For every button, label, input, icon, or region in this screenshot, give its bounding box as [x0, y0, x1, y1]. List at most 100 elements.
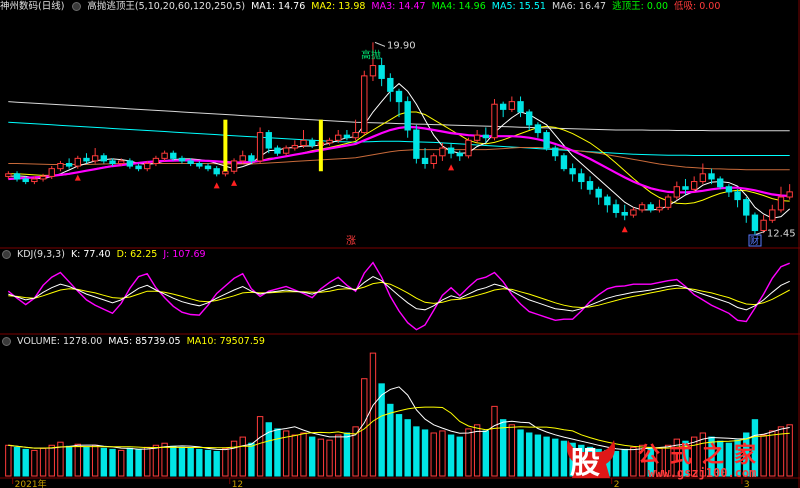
volume-bar	[404, 419, 411, 477]
candle-body	[491, 103, 498, 139]
candle-body	[31, 178, 38, 183]
candle-body	[256, 132, 264, 162]
candle-body	[664, 196, 672, 208]
volume-bar	[265, 422, 272, 477]
buy-triangle-0	[74, 174, 81, 181]
candle-body	[699, 173, 707, 183]
candle-body	[361, 75, 368, 134]
volume-bar	[300, 432, 307, 477]
volume-bar	[256, 416, 264, 477]
candle-body	[196, 163, 203, 167]
candle-body	[248, 155, 255, 162]
candle-body	[118, 160, 125, 165]
kdj-name[interactable]: KDJ(9,3,3)	[17, 249, 65, 260]
volume-bar	[187, 447, 194, 477]
volume-bar	[430, 432, 437, 477]
candle-body	[326, 139, 333, 144]
volume-bar	[517, 429, 524, 477]
kdj-j: J: 107.69	[163, 249, 206, 260]
candle-body	[508, 101, 516, 110]
candle-body	[638, 204, 646, 211]
candle-body	[656, 206, 663, 211]
candle-body	[743, 199, 750, 216]
signal-bar-0	[223, 119, 228, 172]
candle-body	[595, 188, 602, 198]
volume-bar	[178, 446, 186, 477]
low-label: 低吸: 0.00	[673, 1, 721, 12]
candle-body	[413, 129, 420, 159]
volume-bar	[135, 448, 142, 477]
candle-body	[578, 173, 585, 183]
volume-bar	[317, 438, 325, 477]
volume-bar	[335, 434, 342, 477]
candle-body	[647, 204, 654, 211]
kdj-dot-icon[interactable]	[2, 250, 11, 259]
candle-body	[690, 181, 698, 190]
volume-bar	[152, 444, 160, 477]
volume-bar	[308, 436, 316, 477]
candle-body	[569, 168, 576, 175]
volume-dot-icon[interactable]	[2, 337, 11, 346]
candle-body	[604, 196, 611, 206]
volume-bar	[13, 446, 21, 477]
volume-bar	[22, 448, 29, 477]
volume-bar	[387, 403, 394, 477]
kdj-k-line	[8, 276, 790, 312]
buy-triangle-3	[448, 164, 455, 171]
candle-body	[170, 152, 177, 159]
candle-body	[300, 139, 307, 146]
candle-body	[612, 204, 620, 213]
volume-bar	[248, 442, 255, 477]
candle-body	[291, 144, 299, 149]
candle-body	[161, 152, 168, 159]
candle-body	[751, 214, 759, 232]
ma6-label: MA6: 16.47	[551, 1, 607, 12]
volume-bar	[109, 448, 116, 477]
main-header: 神州数码(日线) 高抛逃顶王(5,10,20,60,120,250,5) MA1: …	[0, 1, 726, 13]
volume-bar	[204, 449, 212, 477]
volume-header: VOLUME: 1278.00 MA5: 85739.05 MA10: 79507.…	[0, 336, 271, 348]
candle-body	[473, 134, 481, 141]
cai-label: 财	[750, 235, 759, 247]
candle-body	[109, 160, 116, 165]
volume-bar	[230, 440, 238, 477]
watermark-glyph: 股	[570, 446, 600, 481]
candle-body	[734, 191, 741, 201]
candle-body	[560, 155, 568, 170]
signal-bar-1	[318, 119, 323, 172]
candle-body	[204, 165, 212, 170]
indicator-name[interactable]: 高抛逃顶王(5,10,20,60,120,250,5)	[87, 1, 245, 12]
gaopao-label: 高抛	[361, 48, 381, 61]
kdj-header: KDJ(9,3,3) K: 77.40 D: 62.25 J: 107.69	[0, 249, 212, 261]
candle-body	[335, 134, 342, 141]
candle-body	[430, 155, 437, 165]
high-label: 19.90	[387, 40, 416, 51]
candle-body	[57, 163, 64, 170]
buy-triangle-4	[621, 226, 628, 233]
kdj-d: D: 62.25	[116, 249, 158, 260]
candle-body	[630, 209, 637, 216]
ma10-line	[8, 111, 790, 205]
candle-body	[5, 173, 12, 177]
volume-bar	[239, 436, 246, 477]
dropdown-dot-icon[interactable]	[72, 2, 82, 11]
candle-body	[343, 134, 351, 139]
ma3-label: MA3: 14.47	[371, 1, 426, 12]
volume-bar	[170, 445, 177, 477]
volume-name[interactable]: VOLUME: 1278.00	[17, 336, 102, 347]
ma1-label: MA1: 14.76	[251, 1, 306, 12]
candle-body	[222, 170, 229, 175]
stock-title[interactable]: 神州数码(日线)	[0, 1, 64, 12]
volume-bar	[421, 429, 429, 477]
candle-body	[465, 139, 472, 157]
volume-bar	[508, 424, 516, 477]
volume-ma10: MA10: 79507.59	[186, 336, 265, 347]
candle-body	[526, 111, 533, 126]
candle-body	[543, 132, 550, 149]
candle-body	[482, 134, 490, 139]
candle-body	[456, 152, 463, 157]
candle-body	[552, 147, 559, 157]
candle-body	[421, 157, 429, 165]
ma5-label: MA5: 15.51	[491, 1, 546, 12]
watermark-url: www.gszj100.com	[648, 466, 757, 480]
